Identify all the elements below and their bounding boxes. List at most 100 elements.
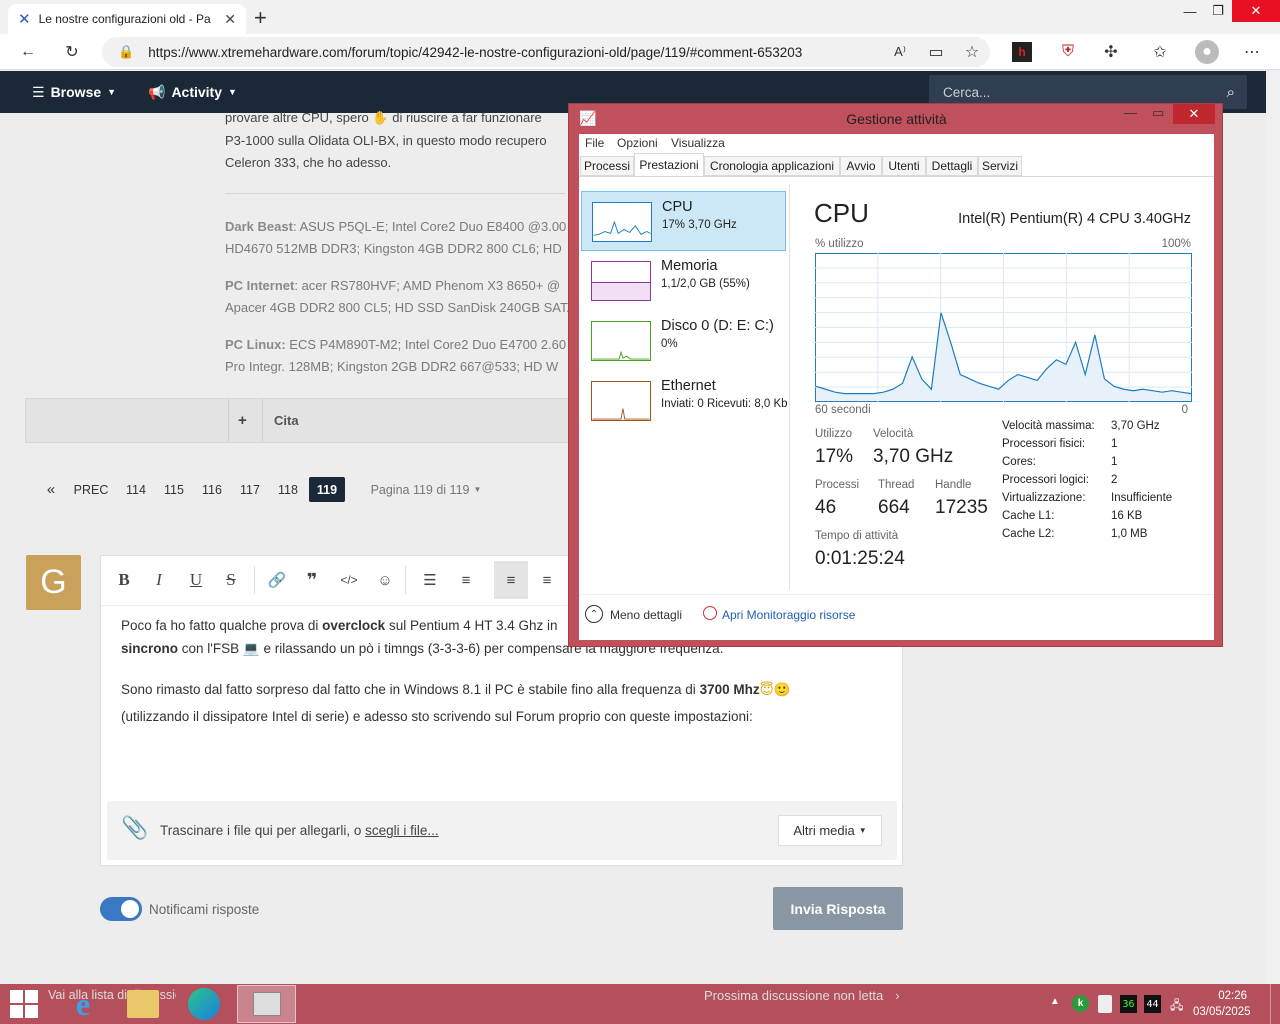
bold-button[interactable]: B — [109, 563, 139, 597]
editor-paragraph: (utilizzando il dissipatore Intel di ser… — [121, 709, 753, 724]
multiquote-button[interactable]: + — [238, 412, 247, 429]
open-resource-monitor-link[interactable]: Apri Monitoraggio risorse — [722, 608, 855, 622]
show-desktop-button[interactable] — [1270, 984, 1280, 1024]
back-icon[interactable]: ← — [18, 42, 38, 62]
tray-usb-icon[interactable] — [1098, 995, 1112, 1013]
nav-browse-label: Browse — [50, 84, 102, 100]
more-media-button[interactable]: Altri media ▼ — [778, 815, 882, 846]
clock[interactable]: 02:26 03/05/2025 — [1193, 988, 1251, 1020]
bullet-list-icon[interactable]: ☰ — [415, 563, 445, 597]
tab-users[interactable]: Utenti — [882, 156, 926, 176]
sidebar-item-label: Memoria — [661, 258, 718, 274]
nav-browse[interactable]: ☰ Browse ▼ — [32, 71, 116, 113]
tab-performance[interactable]: Prestazioni — [634, 153, 704, 177]
quote-icon[interactable]: ❞ — [297, 563, 327, 597]
pagination-page[interactable]: 118 — [274, 477, 302, 502]
sidebar-item-label: Ethernet — [661, 378, 716, 394]
pagination-prev[interactable]: PREC — [72, 477, 110, 502]
task-manager-window: 📈 Gestione attività — ▭ ✕ File Opzioni V… — [568, 103, 1223, 647]
tab-services[interactable]: Servizi — [978, 156, 1022, 176]
less-details-button[interactable]: Meno dettagli — [610, 608, 682, 622]
choose-files-link[interactable]: scegli i file... — [365, 823, 439, 838]
add-favorite-icon[interactable]: ☆ — [962, 42, 982, 62]
extension-icon[interactable]: h — [1012, 42, 1032, 62]
start-button[interactable] — [10, 990, 38, 1018]
next-unread-link[interactable]: Prossima discussione non letta › — [704, 988, 900, 1003]
close-tab-icon[interactable]: ✕ — [224, 11, 236, 28]
align-center-icon[interactable]: ≡ — [532, 563, 562, 597]
code-icon[interactable]: </> — [334, 563, 364, 597]
pagination-page[interactable]: 117 — [236, 477, 264, 502]
taskbar-task-manager[interactable] — [237, 985, 296, 1023]
favorites-icon[interactable]: ✩ — [1150, 42, 1170, 62]
nav-activity[interactable]: 📢 Activity ▼ — [148, 71, 237, 113]
read-aloud-icon[interactable]: A⁾ — [890, 42, 910, 62]
browser-tab[interactable]: ✕ Le nostre configurazioni old - Pa ✕ — [8, 4, 246, 34]
angel-emoji-icon: 😇 — [759, 682, 774, 697]
extensions-puzzle-icon[interactable]: ✣ — [1101, 42, 1121, 62]
threads-value: 664 — [878, 497, 910, 518]
signature-line: Dark Beast: ASUS P5QL-E; Intel Core2 Duo… — [225, 219, 567, 234]
page-scrollbar[interactable] — [1266, 71, 1280, 984]
collapse-icon[interactable]: ⌃ — [585, 605, 603, 623]
utilization-label: Utilizzo — [815, 428, 853, 440]
pagination-page[interactable]: 115 — [160, 477, 188, 502]
search-icon[interactable]: ⌕ — [1227, 84, 1235, 101]
tab-app-history[interactable]: Cronologia applicazioni — [704, 156, 840, 176]
file-explorer-icon[interactable] — [127, 990, 159, 1018]
refresh-icon[interactable]: ↻ — [62, 42, 82, 62]
close-window-button[interactable]: ✕ — [1232, 0, 1280, 22]
align-left-icon[interactable]: ≡ — [494, 561, 528, 599]
emoji-icon[interactable]: ☺ — [370, 563, 400, 597]
signature-line: HD4670 512MB DDR3; Kingston 4GB DDR2 800… — [225, 241, 562, 256]
sidebar-item-memory[interactable]: Memoria 1,1/2,0 GB (55%) — [581, 251, 786, 311]
tray-expand-icon[interactable]: ▲ — [1050, 996, 1060, 1007]
more-menu-icon[interactable]: ⋯ — [1242, 42, 1262, 62]
tray-load-meter[interactable]: 44 — [1144, 995, 1161, 1013]
sidebar-item-ethernet[interactable]: Ethernet Inviati: 0 Ricevuti: 8,0 Kb — [581, 371, 788, 431]
attachment-area[interactable]: 📎 Trascinare i file qui per allegarli, o… — [107, 801, 897, 860]
tray-app-icon[interactable]: k — [1072, 995, 1089, 1012]
clock-date: 03/05/2025 — [1193, 1006, 1251, 1018]
tab-details[interactable]: Dettagli — [926, 156, 978, 176]
submit-reply-button[interactable]: Invia Risposta — [773, 887, 903, 930]
sidebar-item-disk[interactable]: Disco 0 (D: E: C:) 0% — [581, 311, 786, 371]
network-icon[interactable]: 🖧 — [1170, 996, 1183, 1017]
post-line: Celeron 333, che ho adesso. — [225, 155, 392, 170]
strikethrough-button[interactable]: S — [216, 563, 246, 597]
profile-avatar-icon[interactable]: ● — [1195, 40, 1219, 64]
pagination-page[interactable]: 114 — [122, 477, 150, 502]
ublock-extension-icon[interactable]: ⛨ — [1058, 42, 1078, 62]
underline-button[interactable]: U — [181, 563, 211, 597]
new-tab-button[interactable]: + — [254, 5, 267, 31]
chevron-down-icon: ▼ — [228, 87, 237, 97]
tray-temp-meter[interactable]: 36 — [1120, 995, 1137, 1013]
tab-processes[interactable]: Processi — [580, 156, 634, 176]
menu-file[interactable]: File — [585, 136, 604, 150]
tab-startup[interactable]: Avvio — [840, 156, 882, 176]
menu-view[interactable]: Visualizza — [671, 136, 725, 150]
sidebar-item-cpu[interactable]: CPU 17% 3,70 GHz — [581, 191, 786, 251]
tm-minimize-button[interactable]: — — [1124, 105, 1137, 120]
clock-time: 02:26 — [1218, 990, 1247, 1002]
quote-button[interactable]: Cita — [274, 413, 299, 428]
menu-options[interactable]: Opzioni — [617, 136, 658, 150]
pagination-first[interactable]: « — [40, 477, 62, 502]
internet-explorer-icon[interactable]: e — [66, 986, 100, 1022]
notify-toggle[interactable] — [100, 897, 142, 921]
link-icon[interactable]: 🔗 — [262, 563, 292, 597]
resource-monitor-icon — [703, 606, 717, 620]
spec-key: Processori fisici: — [1002, 438, 1086, 450]
italic-button[interactable]: I — [144, 563, 174, 597]
pagination-page[interactable]: 116 — [198, 477, 226, 502]
pagination-current-page[interactable]: 119 — [309, 477, 345, 502]
chevron-down-icon: ▼ — [473, 485, 482, 494]
address-bar[interactable]: 🔒 https://www.xtremehardware.com/forum/t… — [102, 37, 990, 67]
immersive-reader-icon[interactable]: ▭ — [926, 42, 946, 62]
tm-maximize-button[interactable]: ▭ — [1152, 105, 1164, 121]
numbered-list-icon[interactable]: ≡ — [451, 563, 481, 597]
pagination-summary[interactable]: Pagina 119 di 119 ▼ — [366, 477, 486, 502]
edge-browser-icon[interactable] — [188, 988, 220, 1020]
tm-close-button[interactable]: ✕ — [1173, 104, 1215, 124]
perf-heading: CPU — [814, 198, 869, 228]
